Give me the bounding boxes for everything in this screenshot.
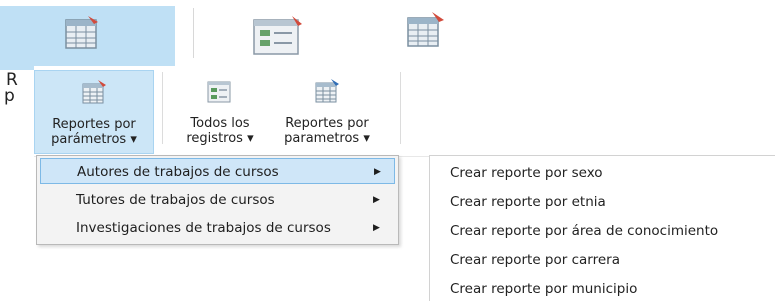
- ribbon-separator: [162, 72, 163, 144]
- background-label: p: [4, 86, 15, 106]
- submenu-item-carrera[interactable]: Crear reporte por carrera: [450, 252, 620, 268]
- submenu-item-sexo[interactable]: Crear reporte por sexo: [450, 165, 603, 181]
- report-params-icon: [315, 79, 339, 103]
- submenu-item-etnia[interactable]: Crear reporte por etnia: [450, 194, 606, 210]
- reportes-dropdown-menu: Autores de trabajos de cursos ▶ Tutores …: [36, 155, 399, 245]
- report-params-icon: [82, 80, 106, 104]
- todos-los-registros-button[interactable]: Todos los registros ▾: [172, 70, 268, 154]
- menu-item-autores[interactable]: Autores de trabajos de cursos ▶: [40, 158, 395, 184]
- ribbon-button-label: Reportes por parámetros ▾: [51, 117, 137, 147]
- menu-item-label: Autores de trabajos de cursos: [77, 164, 279, 180]
- menu-item-label: Tutores de trabajos de cursos: [76, 192, 275, 208]
- submenu-arrow-icon: ▶: [373, 223, 380, 233]
- submenu-item-municipio[interactable]: Crear reporte por municipio: [450, 281, 637, 297]
- menu-item-investigaciones[interactable]: Investigaciones de trabajos de cursos ▶: [40, 215, 395, 241]
- ribbon-button-label: Todos los registros ▾: [186, 116, 254, 146]
- submenu-arrow-icon: ▶: [373, 195, 380, 205]
- menu-item-tutores[interactable]: Tutores de trabajos de cursos ▶: [40, 187, 395, 213]
- ribbon-toolbar: Reportes por parámetros ▾ Todos los regi…: [34, 66, 775, 157]
- background-ribbon: [0, 0, 775, 70]
- crear-reporte-submenu: Crear reporte por sexo Crear reporte por…: [429, 155, 775, 301]
- reportes-por-parametros-2-button[interactable]: Reportes por parametros ▾: [272, 70, 382, 154]
- reportes-por-parametros-button[interactable]: Reportes por parámetros ▾: [34, 70, 154, 154]
- ribbon-button-label: Reportes por parametros ▾: [284, 116, 370, 146]
- records-list-icon: [253, 16, 302, 55]
- submenu-arrow-icon: ▶: [374, 167, 381, 177]
- ribbon-separator: [400, 72, 401, 144]
- submenu-item-area-conocimiento[interactable]: Crear reporte por área de conocimiento: [450, 223, 718, 239]
- background-divider: [193, 8, 194, 58]
- report-grid-icon: [407, 12, 444, 47]
- background-left-strip: R p: [0, 70, 36, 215]
- report-grid-icon: [65, 16, 98, 49]
- all-records-icon: [207, 81, 231, 103]
- menu-item-label: Investigaciones de trabajos de cursos: [76, 220, 331, 236]
